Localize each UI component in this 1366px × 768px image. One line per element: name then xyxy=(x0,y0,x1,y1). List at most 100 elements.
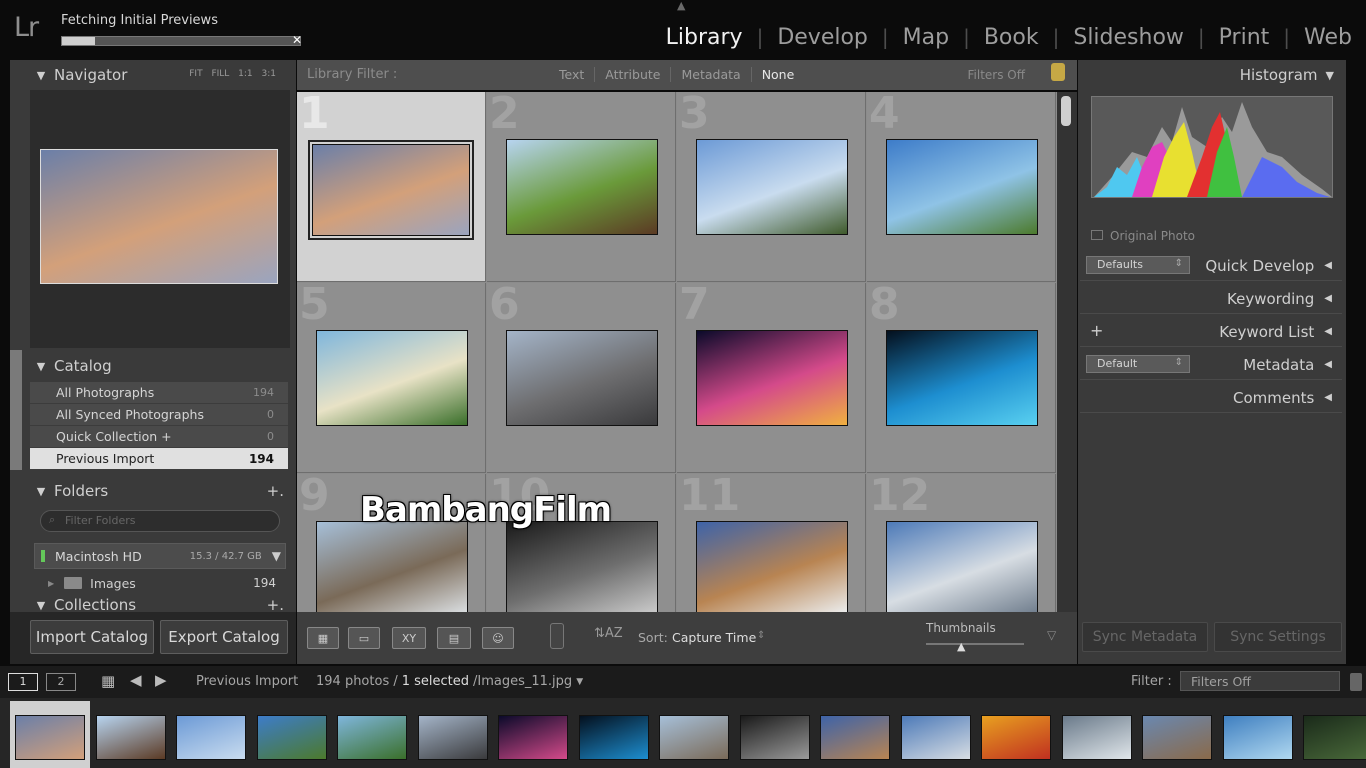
photo-thumbnail[interactable] xyxy=(316,521,468,612)
filmstrip-source[interactable]: Previous Import xyxy=(196,674,298,689)
collapse-top-panel-icon[interactable]: ▲ xyxy=(677,0,685,12)
compare-view-icon[interactable]: XY xyxy=(392,627,426,649)
module-library[interactable]: Library xyxy=(652,25,757,50)
grid-cell[interactable]: 7 xyxy=(677,283,866,473)
keywording-header[interactable]: Keywording ◀ xyxy=(1080,284,1342,314)
photo-thumbnail[interactable] xyxy=(886,139,1038,235)
filmstrip-thumbnail[interactable] xyxy=(1303,715,1366,760)
keyword-list-header[interactable]: + Keyword List ◀ xyxy=(1080,317,1342,347)
filmstrip-thumbnail[interactable] xyxy=(95,715,166,760)
painter-spray-can-icon[interactable] xyxy=(550,623,564,649)
photo-thumbnail[interactable] xyxy=(886,521,1038,612)
module-print[interactable]: Print xyxy=(1205,25,1284,50)
filmstrip-thumbnail[interactable] xyxy=(1142,715,1212,760)
left-panel-scrollbar[interactable] xyxy=(10,350,22,470)
filmstrip-thumbnail[interactable] xyxy=(1222,715,1293,760)
disclosure-triangle-icon[interactable]: ▶ xyxy=(48,579,54,588)
metadata-header[interactable]: Metadata ◀ xyxy=(1080,350,1342,380)
add-folder-button[interactable]: +. xyxy=(267,482,284,500)
filmstrip-thumbnail[interactable] xyxy=(256,715,327,760)
sync-metadata-button[interactable]: Sync Metadata xyxy=(1082,622,1208,652)
grid-scrollbar-thumb[interactable] xyxy=(1061,96,1071,126)
module-develop[interactable]: Develop xyxy=(763,25,882,50)
filmstrip-thumbnail[interactable] xyxy=(176,715,246,760)
navigator-zoom-modes[interactable]: FIT FILL 1:1 3:1 xyxy=(189,69,276,79)
grid-cell[interactable]: 12 xyxy=(867,474,1056,612)
survey-view-icon[interactable]: ▤ xyxy=(437,627,471,649)
main-window-button[interactable]: 1 xyxy=(8,673,38,691)
volume-row[interactable]: Macintosh HD 15.3 / 42.7 GB ▼ xyxy=(34,543,286,569)
navigator-header[interactable]: ▼ Navigator FIT FILL 1:1 3:1 xyxy=(28,61,288,89)
quick-develop-header[interactable]: Quick Develop ◀ xyxy=(1080,251,1342,281)
arrow-right-icon[interactable]: ▶ xyxy=(155,671,167,689)
catalog-item[interactable]: All Photographs 194 xyxy=(30,382,288,404)
photo-thumbnail[interactable] xyxy=(506,330,658,426)
sort-value-select[interactable]: Capture Time xyxy=(672,630,756,645)
module-web[interactable]: Web xyxy=(1290,25,1366,50)
comments-header[interactable]: Comments ◀ xyxy=(1080,383,1342,413)
photo-thumbnail[interactable] xyxy=(506,521,658,612)
original-photo-checkbox[interactable] xyxy=(1091,230,1103,240)
photo-thumbnail[interactable] xyxy=(316,330,468,426)
thumbnail-size-slider[interactable] xyxy=(926,643,1024,645)
toolbar-menu-triangle-icon[interactable]: ▽ xyxy=(1047,628,1056,642)
add-collection-button[interactable]: +. xyxy=(267,597,284,613)
photo-thumbnail[interactable] xyxy=(696,139,848,235)
catalog-header[interactable]: ▼ Catalog xyxy=(28,352,288,380)
photo-thumbnail[interactable] xyxy=(308,140,474,240)
photo-thumbnail[interactable] xyxy=(886,330,1038,426)
grid-cell[interactable]: 6 xyxy=(487,283,676,473)
export-catalog-button[interactable]: Export Catalog xyxy=(160,620,288,654)
filter-option-text[interactable]: Text xyxy=(549,67,596,82)
grid-view-icon[interactable]: ▦ xyxy=(307,627,339,649)
module-book[interactable]: Book xyxy=(970,25,1053,50)
grid-cell[interactable]: 1 xyxy=(297,92,486,282)
grid-cell[interactable]: 11 xyxy=(677,474,866,612)
filter-folders-input[interactable]: ⌕ Filter Folders xyxy=(40,510,280,532)
volume-triangle-icon[interactable]: ▼ xyxy=(272,549,281,563)
folders-header[interactable]: ▼ Folders +. xyxy=(28,477,288,505)
filmstrip-thumbnail[interactable] xyxy=(739,715,810,760)
people-view-icon[interactable]: ☺ xyxy=(482,627,514,649)
collections-header[interactable]: ▼ Collections +. xyxy=(28,597,288,613)
filmstrip-thumbnail[interactable] xyxy=(498,715,568,760)
arrow-left-icon[interactable]: ◀ xyxy=(130,671,142,689)
filmstrip-thumbnail[interactable] xyxy=(659,715,729,760)
second-window-button[interactable]: 2 xyxy=(46,673,76,691)
grid-cell[interactable]: 3 xyxy=(677,92,866,282)
thumbnail-size-slider-handle[interactable]: ▲ xyxy=(957,640,965,653)
filmstrip-thumbnail[interactable] xyxy=(900,715,971,760)
filmstrip-thumbnail[interactable] xyxy=(337,715,407,760)
histogram-header[interactable]: Histogram ▼ xyxy=(1080,61,1342,89)
grid-cell[interactable]: 2 xyxy=(487,92,676,282)
close-icon[interactable]: ✕ xyxy=(292,33,302,47)
filmstrip-thumbnail[interactable] xyxy=(417,715,488,760)
loupe-view-icon[interactable]: ▭ xyxy=(348,627,380,649)
folder-row-images[interactable]: ▶ Images 194 xyxy=(34,572,286,594)
filter-lock-icon[interactable] xyxy=(1350,673,1362,691)
grid-icon[interactable]: ▦ xyxy=(101,672,115,690)
import-catalog-button[interactable]: Import Catalog xyxy=(30,620,154,654)
filter-option-metadata[interactable]: Metadata xyxy=(671,67,752,82)
grid-scrollbar[interactable] xyxy=(1057,92,1077,612)
catalog-item[interactable]: Quick Collection + 0 xyxy=(30,426,288,448)
add-keyword-button[interactable]: + xyxy=(1090,321,1103,340)
filter-select[interactable]: Filters Off xyxy=(1180,671,1340,691)
filter-option-attribute[interactable]: Attribute xyxy=(595,67,672,82)
filmstrip-thumbnail[interactable] xyxy=(981,715,1051,760)
photo-thumbnail[interactable] xyxy=(506,139,658,235)
histogram[interactable] xyxy=(1091,96,1333,198)
sort-direction-icon[interactable]: ⇅AZ xyxy=(594,626,623,641)
lock-icon[interactable] xyxy=(1051,63,1065,81)
sync-settings-button[interactable]: Sync Settings xyxy=(1214,622,1342,652)
photo-thumbnail[interactable] xyxy=(696,521,848,612)
filters-status[interactable]: Filters Off xyxy=(968,68,1026,82)
filmstrip-thumbnail[interactable] xyxy=(578,715,649,760)
photo-thumbnail[interactable] xyxy=(696,330,848,426)
filter-option-none[interactable]: None xyxy=(752,67,805,82)
catalog-item[interactable]: Previous Import 194 xyxy=(30,448,288,470)
catalog-item[interactable]: All Synced Photographs 0 xyxy=(30,404,288,426)
filmstrip-selection-info[interactable]: 194 photos / 1 selected /Images_11.jpg ▼ xyxy=(316,674,583,689)
grid-cell[interactable]: 5 xyxy=(297,283,486,473)
grid-cell[interactable]: 8 xyxy=(867,283,1056,473)
